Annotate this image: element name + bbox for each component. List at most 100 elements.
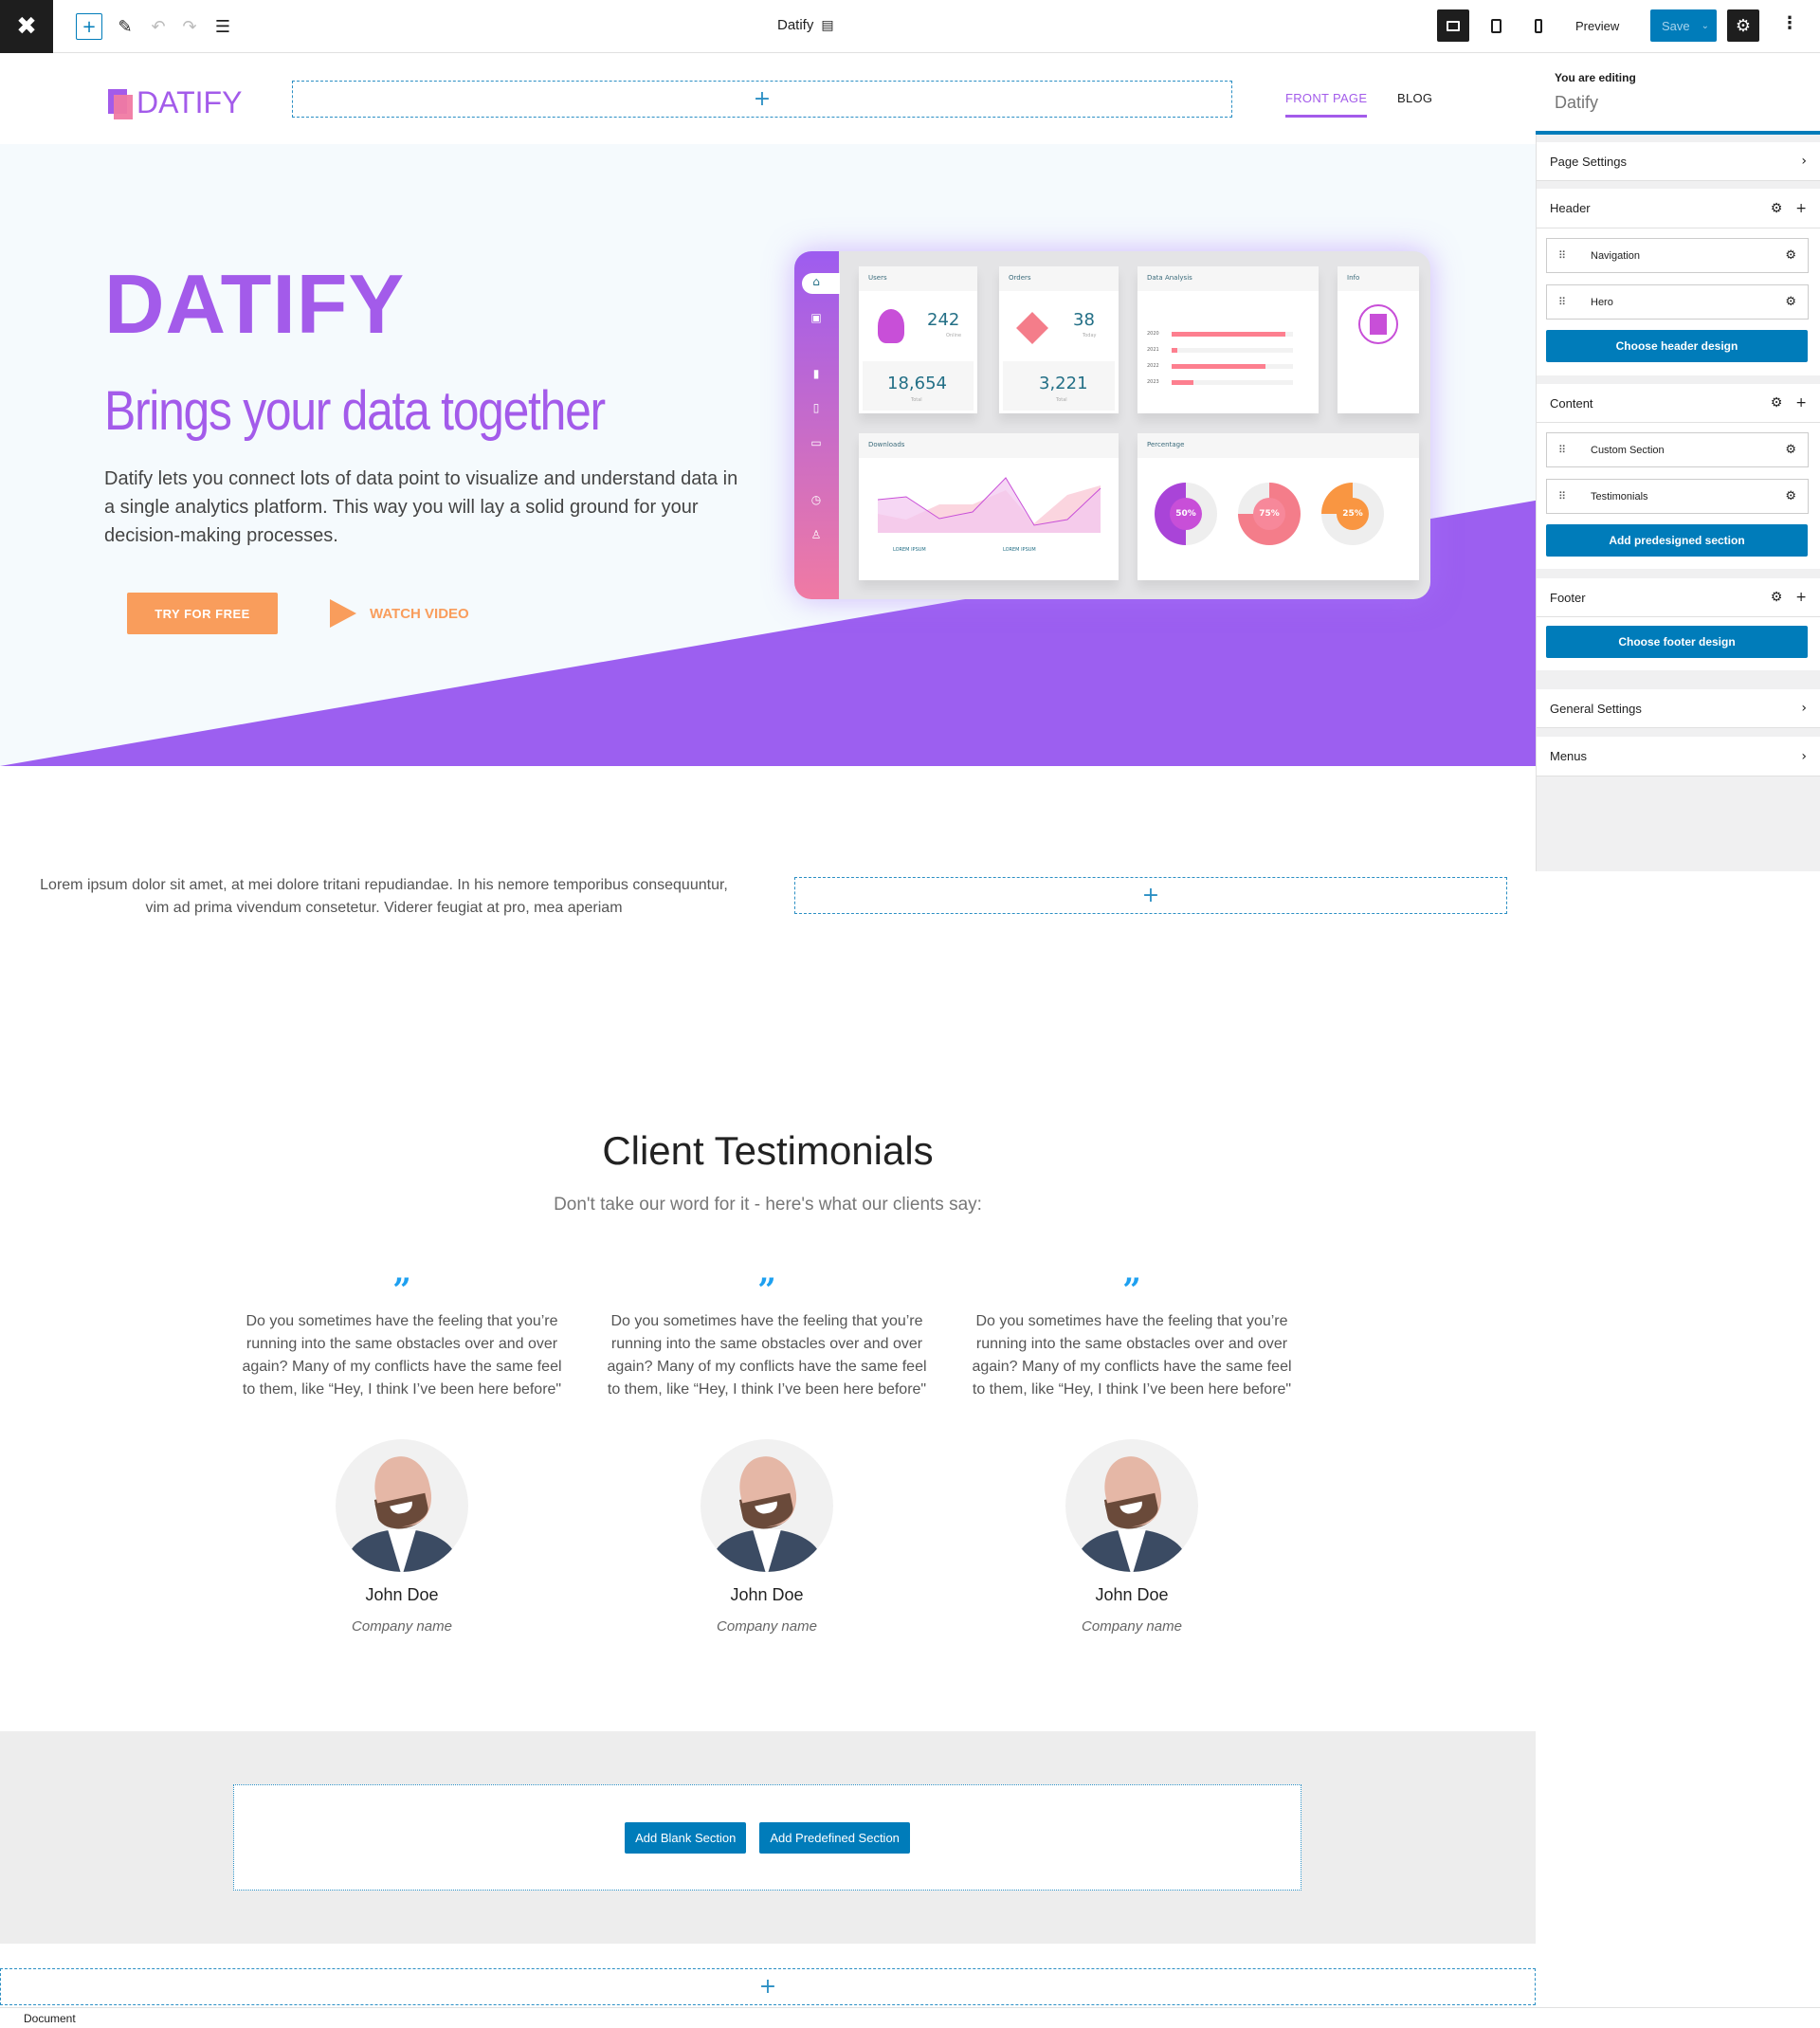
gear-icon[interactable]: ⚙ [1785, 489, 1796, 503]
legend-item: LOREM IPSUM [893, 547, 926, 553]
orders-total-label: Total [1056, 397, 1067, 403]
drag-handle-icon[interactable]: ⠿ [1558, 490, 1591, 502]
status-bar [0, 2007, 1820, 2028]
choose-header-design-button[interactable]: Choose header design [1546, 330, 1808, 362]
desktop-icon [1447, 20, 1460, 31]
testimonial-name: John Doe [1095, 1585, 1169, 1604]
menus-row[interactable]: Menus › [1537, 737, 1820, 776]
plus-icon[interactable]: + [1795, 201, 1807, 216]
undo-icon[interactable]: ↶ [145, 13, 172, 40]
choose-footer-design-button[interactable]: Choose footer design [1546, 626, 1808, 658]
testimonial-card: ” Do you sometimes have the feeling that… [971, 1269, 1293, 1635]
more-options-icon[interactable]: ⋮ [1780, 13, 1799, 40]
testimonial-company: Company name [717, 1618, 817, 1635]
tablet-preview-button[interactable] [1480, 9, 1512, 42]
chevron-down-icon[interactable]: ⌄ [1702, 21, 1709, 31]
desktop-preview-button[interactable] [1437, 9, 1469, 42]
testimonial-text: Do you sometimes have the feeling that y… [972, 1313, 1292, 1398]
page-settings-row[interactable]: Page Settings › [1537, 142, 1820, 181]
add-predesigned-section-button[interactable]: Add predesigned section [1546, 524, 1808, 557]
orders-sub: Today [1083, 333, 1097, 338]
dashboard-sidebar: ⌂ ▣ ▮ ▯ ▭ ◷ ♙ [794, 251, 840, 599]
settings-button[interactable]: ⚙ [1727, 9, 1759, 42]
preview-button[interactable]: Preview [1575, 19, 1619, 33]
year-label: 2022 [1147, 363, 1159, 369]
watch-video-button[interactable]: WATCH VIDEO [330, 599, 469, 628]
site-logo[interactable]: DATIFY [106, 85, 242, 120]
footer-label: Footer [1550, 590, 1586, 605]
gear-icon[interactable]: ⚙ [1785, 295, 1796, 309]
plus-icon[interactable]: + [1795, 590, 1807, 605]
add-predefined-section-button[interactable]: Add Predefined Section [759, 1821, 910, 1854]
add-block-area[interactable]: + [292, 81, 1232, 118]
menus-label: Menus [1550, 749, 1588, 763]
percentage-card: Percentage 50% 75% 25% [1138, 433, 1419, 580]
testimonial-name: John Doe [730, 1585, 804, 1604]
breadcrumb-document[interactable]: Document [24, 2012, 76, 2025]
ring-label: 25% [1337, 498, 1369, 530]
data-analysis-card: Data Analysis 2020 2021 2022 2023 [1138, 266, 1319, 413]
downloads-card: Downloads LOREM IPSUM LOREM IPSUM [859, 433, 1119, 580]
legend-item: LOREM IPSUM [1003, 547, 1036, 553]
ring-label: 50% [1170, 498, 1202, 530]
gear-icon[interactable]: ⚙ [1771, 590, 1783, 605]
drag-handle-icon[interactable]: ⠿ [1558, 296, 1591, 308]
watch-video-label: WATCH VIDEO [370, 605, 469, 622]
chevron-right-icon: › [1801, 748, 1807, 764]
play-icon [330, 599, 356, 628]
inbox-icon: ▣ [810, 311, 822, 324]
add-block-area[interactable]: + [0, 1968, 1536, 2005]
card-title: Percentage [1138, 433, 1419, 458]
add-block-area[interactable]: + [794, 877, 1507, 914]
nav-front-page[interactable]: FRONT PAGE [1285, 91, 1368, 118]
users-sub: Online [946, 333, 962, 338]
mobile-preview-button[interactable] [1522, 9, 1555, 42]
card-title: Downloads [859, 433, 1119, 458]
gear-icon[interactable]: ⚙ [1771, 201, 1783, 216]
chart-icon: ▮ [812, 367, 820, 380]
orders-card: Orders 38 Today 3,221 Total [999, 266, 1119, 413]
year-label: 2020 [1147, 331, 1159, 337]
testimonial-card: ” Do you sometimes have the feeling that… [241, 1269, 563, 1635]
monitor-icon: ▭ [810, 436, 822, 449]
sidebar-item-testimonials[interactable]: ⠿ Testimonials ⚙ [1546, 479, 1809, 514]
save-button[interactable]: Save ⌄ [1650, 9, 1717, 42]
sidebar-item-hero[interactable]: ⠿ Hero ⚙ [1546, 284, 1809, 320]
footer-panel-title: Footer ⚙ + [1537, 578, 1820, 617]
editing-name: Datify [1555, 93, 1599, 112]
info-card: Info [1338, 266, 1419, 413]
document-title[interactable]: Datify ▤ [777, 17, 834, 33]
avatar [1065, 1439, 1198, 1572]
document-icon: ▤ [821, 17, 834, 33]
gear-icon[interactable]: ⚙ [1785, 248, 1796, 263]
card-title: Data Analysis [1138, 266, 1319, 291]
users-total-label: Total [911, 397, 922, 403]
header-label: Header [1550, 201, 1591, 215]
ring-label: 75% [1253, 498, 1285, 530]
try-for-free-button[interactable]: TRY FOR FREE [127, 593, 278, 634]
analysis-bar [1172, 332, 1293, 337]
sidebar-item-custom-section[interactable]: ⠿ Custom Section ⚙ [1546, 432, 1809, 467]
item-label: Navigation [1591, 249, 1640, 262]
custom-section-text: Lorem ipsum dolor sit amet, at mei dolor… [40, 877, 728, 916]
add-blank-section-button[interactable]: Add Blank Section [625, 1821, 747, 1854]
redo-icon[interactable]: ↷ [176, 13, 203, 40]
add-block-button[interactable]: + [76, 13, 102, 40]
card-title: Orders [999, 266, 1119, 291]
logo-text: DATIFY [136, 85, 243, 119]
testimonial-name: John Doe [365, 1585, 439, 1604]
sidebar-item-navigation[interactable]: ⠿ Navigation ⚙ [1546, 238, 1809, 273]
plus-icon[interactable]: + [1795, 395, 1807, 411]
wordpress-logo-icon[interactable]: ✖ [0, 0, 53, 53]
card-title: Users [859, 266, 977, 291]
gear-icon[interactable]: ⚙ [1771, 395, 1783, 411]
gear-icon[interactable]: ⚙ [1785, 443, 1796, 457]
nav-blog[interactable]: BLOG [1397, 91, 1432, 105]
list-view-icon[interactable]: ☰ [209, 13, 236, 40]
general-settings-row[interactable]: General Settings › [1537, 689, 1820, 728]
page-settings-label: Page Settings [1550, 154, 1627, 169]
mobile-icon [1535, 18, 1542, 33]
drag-handle-icon[interactable]: ⠿ [1558, 249, 1591, 262]
drag-handle-icon[interactable]: ⠿ [1558, 444, 1591, 456]
pencil-icon[interactable]: ✎ [112, 13, 138, 40]
